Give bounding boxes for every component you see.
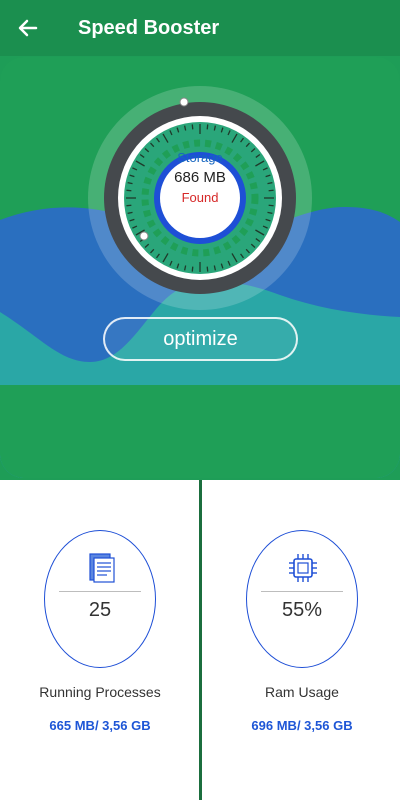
back-button[interactable] — [14, 14, 42, 42]
ram-usage-memory: 696 MB/ 3,56 GB — [251, 718, 353, 733]
app-bar: Speed Booster — [0, 0, 400, 56]
gauge-tick — [206, 124, 209, 130]
ram-usage-label: Ram Usage — [265, 684, 339, 700]
storage-status: Found — [181, 190, 219, 205]
gauge-tick — [126, 189, 132, 192]
running-processes-count: 25 — [88, 599, 112, 621]
arrow-left-icon — [18, 19, 38, 37]
ram-usage-card: 55% — [246, 530, 358, 668]
page-title: Speed Booster — [78, 17, 220, 39]
gauge-tick — [191, 124, 194, 130]
running-processes-label: Running Processes — [39, 684, 161, 700]
optimize-button[interactable]: optimize — [103, 317, 298, 361]
running-processes-card: 25 — [44, 530, 156, 668]
storage-value: 686 MB — [174, 169, 226, 186]
stat-separator — [261, 591, 343, 592]
running-processes-memory: 665 MB/ 3,56 GB — [49, 718, 151, 733]
gauge-tick — [268, 189, 274, 192]
storage-readout: Storage 686 MB Found — [150, 149, 250, 207]
ram-usage-percent: 55% — [281, 599, 323, 621]
stat-separator — [59, 591, 141, 592]
cpu-chip-icon — [289, 554, 317, 582]
gauge-tick — [206, 266, 209, 272]
stats-divider — [199, 480, 202, 800]
document-icon — [89, 553, 115, 583]
storage-label: Storage — [177, 150, 223, 165]
gauge-tick — [191, 266, 194, 272]
storage-card: Storage 686 MB Found optimize — [0, 57, 400, 478]
gauge-tick — [126, 204, 132, 207]
gauge-tick — [268, 204, 274, 207]
